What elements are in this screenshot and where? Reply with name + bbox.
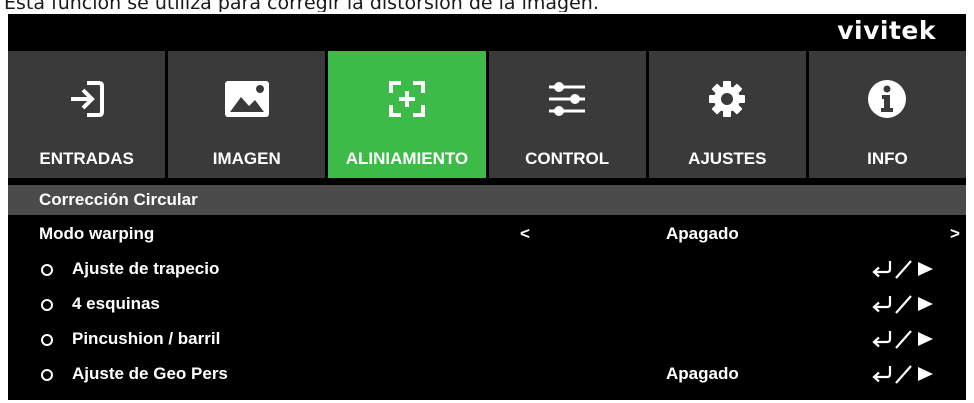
next-option-arrow[interactable]: > bbox=[950, 224, 960, 244]
enter-submenu-icon[interactable] bbox=[870, 363, 940, 385]
tab-label: IMAGEN bbox=[212, 149, 281, 168]
tab-label: ENTRADAS bbox=[39, 149, 134, 168]
menu-row-modo-warping[interactable]: Modo warping < Apagado > bbox=[8, 217, 966, 252]
sliders-icon bbox=[489, 79, 646, 119]
picture-icon bbox=[168, 79, 325, 119]
input-arrow-icon bbox=[8, 79, 165, 119]
menu-list: Modo warping < Apagado > Ajuste de trape… bbox=[8, 217, 966, 392]
enter-submenu-icon[interactable] bbox=[870, 293, 940, 315]
radio-icon bbox=[41, 334, 53, 346]
menu-row-ajuste-trapecio[interactable]: Ajuste de trapecio bbox=[8, 252, 966, 287]
gear-icon bbox=[649, 79, 806, 119]
brand-logo: vivitek bbox=[837, 16, 936, 45]
tab-label: CONTROL bbox=[525, 149, 610, 168]
alignment-icon bbox=[328, 79, 485, 119]
top-bar: vivitek bbox=[8, 14, 966, 48]
menu-row-label: Ajuste de Geo Pers bbox=[72, 364, 228, 383]
enter-submenu-icon[interactable] bbox=[870, 328, 940, 350]
menu-row-4-esquinas[interactable]: 4 esquinas bbox=[8, 287, 966, 322]
menu-row-value: Apagado bbox=[666, 224, 739, 243]
tab-info[interactable]: INFO bbox=[808, 51, 967, 178]
menu-row-ajuste-geo-pers[interactable]: Ajuste de Geo Pers Apagado bbox=[8, 357, 966, 392]
prev-option-arrow[interactable]: < bbox=[520, 224, 530, 244]
tab-ajustes[interactable]: AJUSTES bbox=[648, 51, 806, 178]
radio-icon bbox=[41, 369, 53, 381]
enter-submenu-icon[interactable] bbox=[870, 258, 940, 280]
menu-row-value: Apagado bbox=[666, 364, 739, 383]
tab-bar: ENTRADAS IMAGEN ALINIAMIENTO CONTROL AJU… bbox=[8, 51, 967, 178]
menu-row-pincushion-barril[interactable]: Pincushion / barril bbox=[8, 322, 966, 357]
menu-row-label: 4 esquinas bbox=[72, 294, 160, 313]
radio-icon bbox=[41, 299, 53, 311]
menu-row-label: Pincushion / barril bbox=[72, 329, 221, 348]
tab-control[interactable]: CONTROL bbox=[488, 51, 646, 178]
info-icon bbox=[809, 79, 966, 119]
tab-imagen[interactable]: IMAGEN bbox=[168, 51, 326, 178]
radio-icon bbox=[41, 264, 53, 276]
tab-entradas[interactable]: ENTRADAS bbox=[8, 51, 166, 178]
tab-label: INFO bbox=[867, 149, 908, 168]
tab-aliniamiento[interactable]: ALINIAMIENTO bbox=[328, 51, 486, 178]
tab-label: AJUSTES bbox=[688, 149, 767, 168]
osd-menu: vivitek ENTRADAS IMAGEN ALINIAMIENTO CON… bbox=[8, 14, 967, 400]
section-title: Corrección Circular bbox=[39, 190, 198, 209]
section-header: Corrección Circular bbox=[8, 185, 966, 215]
tab-label: ALINIAMIENTO bbox=[345, 149, 469, 168]
menu-row-label: Ajuste de trapecio bbox=[72, 259, 220, 278]
menu-row-label: Modo warping bbox=[39, 224, 155, 243]
caption-text: Esta función se utiliza para corregir la… bbox=[4, 0, 599, 12]
